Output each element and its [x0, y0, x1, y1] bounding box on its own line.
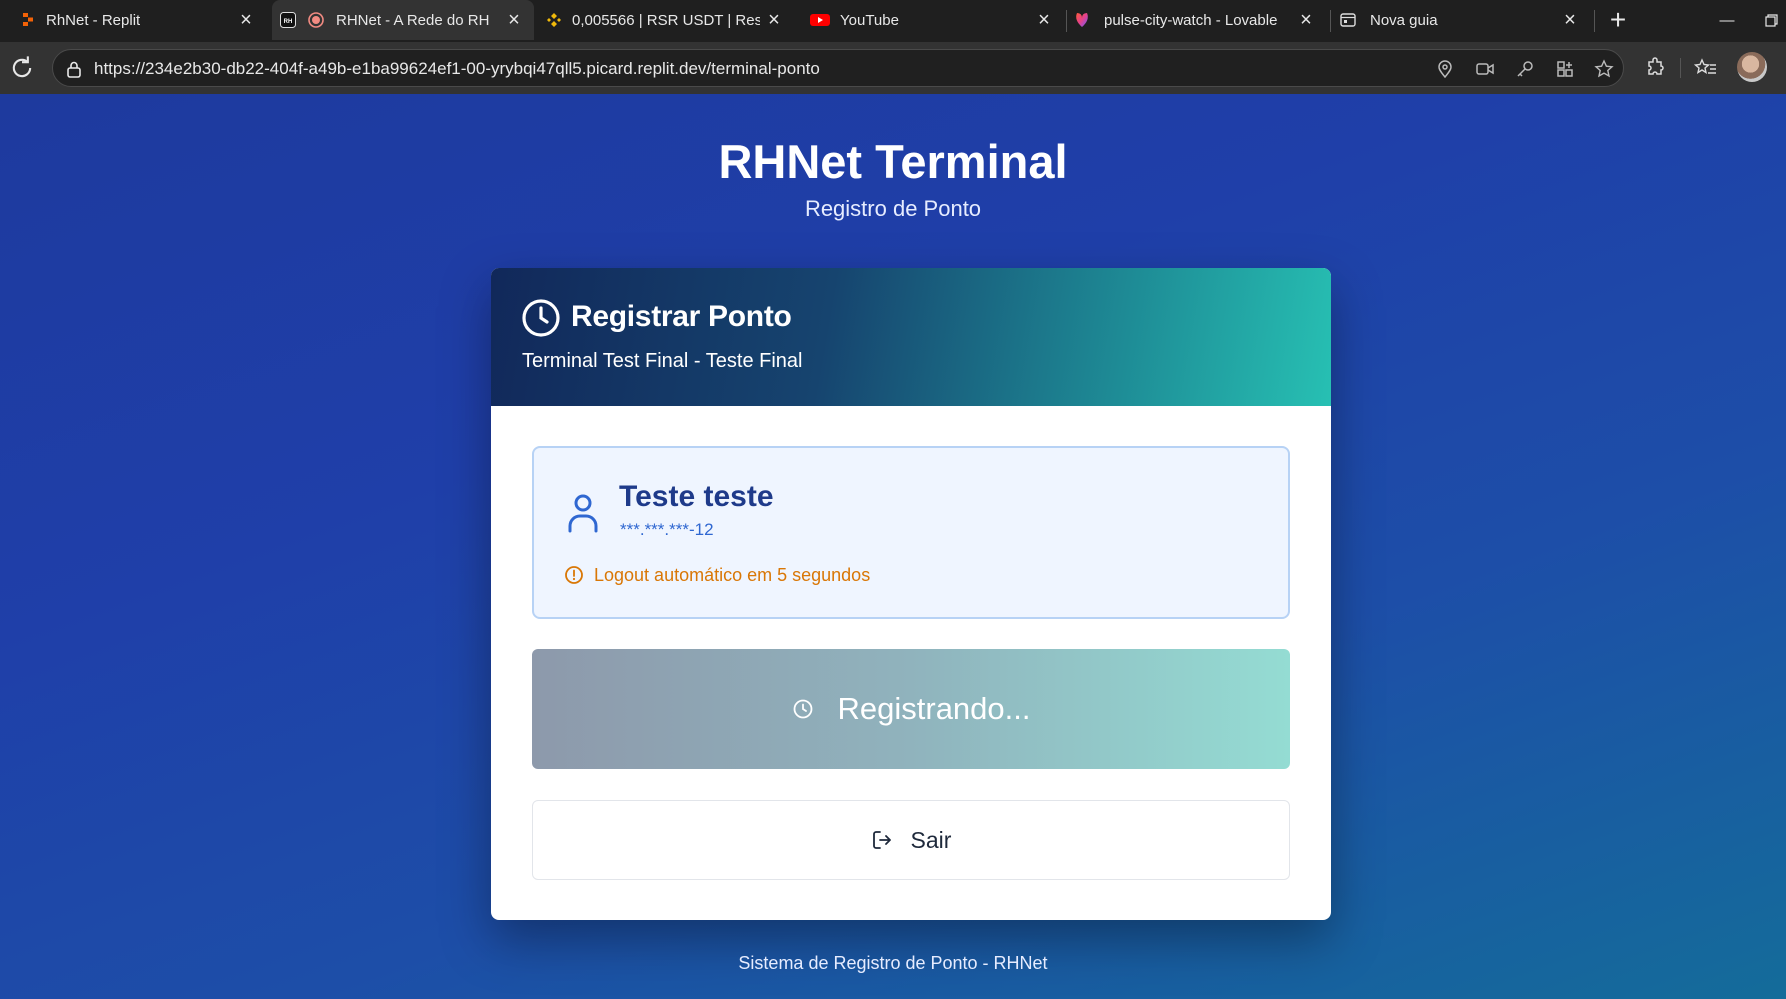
tab-label: Nova guia [1370, 11, 1438, 29]
user-name: Teste teste [619, 480, 774, 513]
browser-tab-strip: RhNet - Replit × RH RHNet - A Rede do RH… [0, 0, 1786, 42]
tab-lovable[interactable]: pulse-city-watch - Lovable × [1068, 0, 1326, 40]
rhnet-icon: RH [280, 12, 296, 28]
tab-label: 0,005566 | RSR USDT | Resen [572, 11, 760, 29]
close-icon[interactable]: × [1296, 10, 1316, 30]
key-icon[interactable] [1515, 59, 1535, 79]
youtube-icon [810, 14, 830, 26]
restore-shape [1764, 13, 1778, 27]
lovable-icon [1076, 13, 1088, 27]
tab-separator [1594, 10, 1595, 32]
close-icon[interactable]: × [764, 10, 784, 30]
location-icon[interactable] [1435, 59, 1455, 79]
recording-icon [308, 12, 324, 28]
favorites-icon[interactable] [1694, 56, 1718, 80]
tab-label: RhNet - Replit [46, 11, 141, 29]
tab-rhnet[interactable]: RH RHNet - A Rede do RH × [272, 0, 534, 40]
punch-card: Registrar Ponto Terminal Test Final - Te… [491, 268, 1331, 920]
close-icon[interactable]: × [236, 10, 256, 30]
url-bar[interactable]: https://234e2b30-db22-404f-a49b-e1ba9962… [52, 49, 1624, 87]
tab-label: pulse-city-watch - Lovable [1104, 11, 1278, 29]
tab-replit[interactable]: RhNet - Replit × [14, 0, 266, 40]
logout-button-label: Sair [910, 826, 952, 853]
profile-avatar[interactable] [1737, 52, 1767, 82]
tab-label: RHNet - A Rede do RH [336, 11, 490, 29]
address-toolbar: https://234e2b30-db22-404f-a49b-e1ba9962… [0, 42, 1786, 94]
auto-logout-message: Logout automático em 5 segundos [594, 565, 871, 585]
user-cpf: ***.***.***-12 [620, 520, 714, 539]
new-tab-icon [1340, 13, 1356, 27]
extensions-icon[interactable] [1644, 56, 1668, 80]
user-info-box: Teste teste ***.***.***-12 Logout automá… [532, 446, 1290, 619]
tab-separator [1330, 10, 1331, 32]
apps-icon[interactable] [1555, 59, 1575, 79]
site-info-icon[interactable] [65, 60, 83, 78]
page-background: RHNet Terminal Registro de Ponto Registr… [0, 94, 1786, 999]
svg-text:RH: RH [284, 19, 293, 25]
register-button-label: Registrando... [837, 691, 1031, 726]
binance-icon [547, 13, 561, 27]
tab-youtube[interactable]: YouTube × [804, 0, 1064, 40]
register-punch-button[interactable]: Registrando... [532, 649, 1290, 769]
minimize-icon[interactable]: — [1712, 8, 1742, 32]
alert-circle-icon [565, 566, 583, 584]
page-subtitle: Registro de Ponto [804, 196, 982, 221]
footer-text: Sistema de Registro de Ponto - RHNet [738, 953, 1048, 973]
replit-icon [23, 13, 33, 26]
user-icon [568, 494, 598, 533]
logout-button[interactable]: Sair [532, 800, 1290, 880]
toolbar-divider [1680, 58, 1681, 78]
clock-icon [793, 699, 812, 719]
card-header: Registrar Ponto Terminal Test Final - Te… [491, 268, 1331, 406]
tab-label: YouTube [840, 11, 899, 29]
camera-icon[interactable] [1475, 59, 1495, 79]
tab-new-tab[interactable]: Nova guia × [1332, 0, 1590, 40]
reload-icon[interactable] [8, 54, 36, 82]
terminal-name: Terminal Test Final - Teste Final [522, 350, 803, 372]
log-out-icon [872, 831, 891, 849]
url-text[interactable]: https://234e2b30-db22-404f-a49b-e1ba9962… [94, 59, 820, 79]
tab-binance[interactable]: 0,005566 | RSR USDT | Resen × [542, 0, 794, 40]
maximize-icon[interactable] [1756, 8, 1786, 32]
close-icon[interactable]: × [504, 10, 524, 30]
page-title: RHNet Terminal [718, 135, 1068, 188]
bookmark-star-icon[interactable] [1594, 59, 1614, 79]
card-title: Registrar Ponto [571, 300, 792, 333]
new-tab-button[interactable]: + [1604, 4, 1632, 35]
close-icon[interactable]: × [1034, 10, 1054, 30]
clock-icon [522, 299, 560, 337]
tab-separator [1066, 10, 1067, 32]
close-icon[interactable]: × [1560, 10, 1580, 30]
